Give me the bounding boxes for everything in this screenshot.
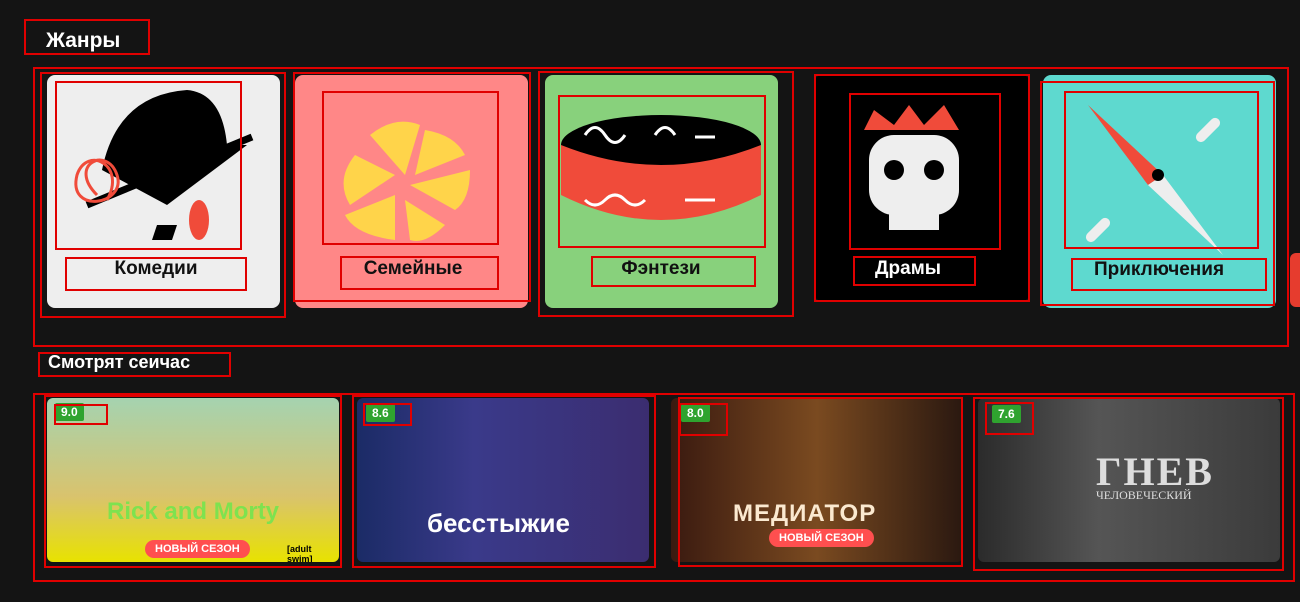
genre-label-drama: Драмы — [875, 258, 941, 279]
next-genre-peek[interactable] — [1290, 253, 1300, 307]
rating-box-2 — [363, 403, 412, 426]
genre-icon-box-drama — [849, 93, 1001, 250]
genre-card-box-comedy-outline — [40, 72, 286, 318]
genre-label-fantasy: Фэнтези — [621, 258, 701, 279]
genre-icon-box-adventure — [1064, 91, 1259, 249]
rating-box-3 — [679, 403, 728, 436]
genre-label-adventure: Приключения — [1093, 259, 1225, 280]
genres-title: Жанры — [46, 29, 121, 52]
rating-box-4 — [985, 402, 1034, 435]
rating-box-1 — [54, 404, 108, 425]
watching-title: Смотрят сеичас — [48, 352, 191, 372]
genre-card-box-family-outline — [293, 72, 531, 302]
